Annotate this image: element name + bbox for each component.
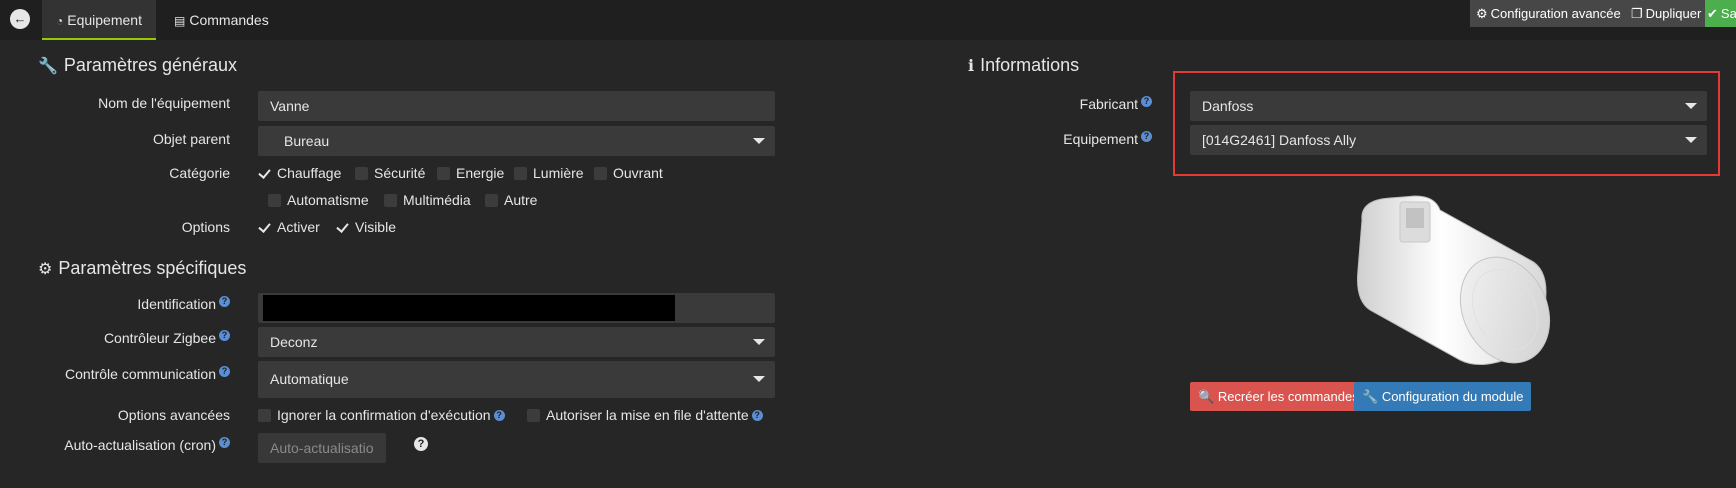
tab-commandes[interactable]: ▤ Commandes: [160, 0, 283, 40]
info-icon: i: [968, 56, 975, 75]
cron-input[interactable]: Auto-actualisatio: [258, 433, 386, 463]
allow-queue-checkbox[interactable]: Autoriser la mise en file d'attente?: [527, 407, 763, 423]
checkbox-box: [258, 167, 271, 180]
option-visible-checkbox[interactable]: Visible: [336, 219, 396, 235]
redacted-block: [263, 295, 675, 321]
checkbox-box: [384, 193, 397, 207]
category-multimedia-checkbox[interactable]: Multimédia: [384, 192, 471, 208]
tab-equipement[interactable]: ◔ Equipement: [42, 0, 156, 40]
checkbox-box: [258, 408, 271, 422]
highlight-box: [1173, 71, 1720, 176]
checkbox-box: [514, 166, 527, 180]
device-select[interactable]: [014G2461] Danfoss Ally: [1190, 125, 1707, 155]
search-icon: 🔍: [1198, 389, 1215, 404]
parent-label: Objet parent: [152, 131, 230, 147]
category-label: Catégorie: [169, 165, 230, 181]
device-label: Equipement?: [1000, 131, 1152, 147]
cron-help-icon[interactable]: ?: [414, 437, 428, 453]
category-lumiere-checkbox[interactable]: Lumière: [514, 165, 584, 181]
wrench-icon: 🔧: [1362, 389, 1379, 404]
help-icon[interactable]: ?: [1141, 96, 1152, 107]
checkbox-box: [437, 166, 450, 180]
info-section-title: i Informations: [968, 55, 1080, 75]
general-section-title: 🔧 Paramètres généraux: [38, 55, 238, 75]
checkbox-box: [355, 166, 368, 180]
category-autre-checkbox[interactable]: Autre: [485, 192, 537, 208]
list-alt-icon: ▤: [174, 14, 186, 28]
checkbox-box: [594, 166, 607, 180]
name-label: Nom de l'équipement: [98, 95, 230, 111]
recreate-commands-button[interactable]: 🔍 Recréer les commandes: [1190, 382, 1367, 411]
cogs-icon: ⚙: [1476, 6, 1488, 21]
help-icon[interactable]: ?: [219, 366, 230, 377]
help-icon[interactable]: ?: [1141, 131, 1152, 142]
ignore-confirm-checkbox[interactable]: Ignorer la confirmation d'exécution?: [258, 407, 505, 423]
identification-label: Identification?: [40, 296, 230, 312]
identification-input[interactable]: [258, 293, 775, 323]
duplicate-button[interactable]: ❐ Dupliquer: [1625, 0, 1708, 27]
controller-label: Contrôleur Zigbee?: [40, 330, 230, 346]
copy-icon: ❐: [1631, 6, 1643, 21]
cron-label: Auto-actualisation (cron)?: [40, 437, 230, 453]
module-config-button[interactable]: 🔧 Configuration du module: [1354, 382, 1532, 411]
comm-select[interactable]: Automatique: [258, 361, 775, 398]
tachometer-icon: ◔: [56, 14, 64, 28]
option-activer-checkbox[interactable]: Activer: [258, 219, 320, 235]
category-chauffage-checkbox[interactable]: Chauffage: [258, 165, 341, 181]
parent-select[interactable]: Bureau: [258, 126, 775, 156]
chevron-down-icon: [753, 339, 765, 345]
adv-options-label: Options avancées: [117, 407, 230, 423]
name-input[interactable]: Vanne: [258, 91, 775, 121]
checkbox-box: [258, 221, 271, 234]
controller-select[interactable]: Deconz: [258, 327, 775, 357]
help-icon[interactable]: ?: [219, 437, 230, 448]
chevron-down-icon: [753, 138, 765, 144]
cogs-icon: ⚙: [38, 261, 53, 278]
checkbox-box: [485, 193, 498, 207]
chevron-down-icon: [1685, 103, 1697, 109]
category-energie-checkbox[interactable]: Energie: [437, 165, 504, 181]
category-securite-checkbox[interactable]: Sécurité: [355, 165, 425, 181]
options-label: Options: [181, 219, 230, 235]
manufacturer-select[interactable]: Danfoss: [1190, 91, 1707, 121]
advanced-config-button[interactable]: ⚙ Configuration avancée: [1470, 0, 1627, 27]
help-icon[interactable]: ?: [219, 330, 230, 341]
manufacturer-label: Fabricant?: [1000, 96, 1152, 112]
specific-section-title: ⚙ Paramètres spécifiques: [38, 258, 247, 278]
checkbox-box: [527, 408, 540, 422]
category-ouvrant-checkbox[interactable]: Ouvrant: [594, 165, 663, 181]
category-automatisme-checkbox[interactable]: Automatisme: [268, 192, 369, 208]
help-icon[interactable]: ?: [751, 409, 763, 421]
help-icon[interactable]: ?: [493, 409, 505, 421]
save-button[interactable]: ✔ Sa: [1705, 0, 1736, 27]
checkbox-box: [268, 193, 281, 207]
comm-label: Contrôle communication?: [40, 366, 230, 382]
chevron-down-icon: [1685, 137, 1697, 143]
check-circle-icon: ✔: [1707, 6, 1718, 21]
help-icon[interactable]: ?: [219, 296, 230, 307]
checkbox-box: [336, 221, 349, 234]
back-arrow-icon[interactable]: ←: [10, 9, 30, 29]
device-image: [1357, 195, 1551, 365]
wrench-icon: 🔧: [38, 58, 58, 75]
chevron-down-icon: [753, 376, 765, 382]
